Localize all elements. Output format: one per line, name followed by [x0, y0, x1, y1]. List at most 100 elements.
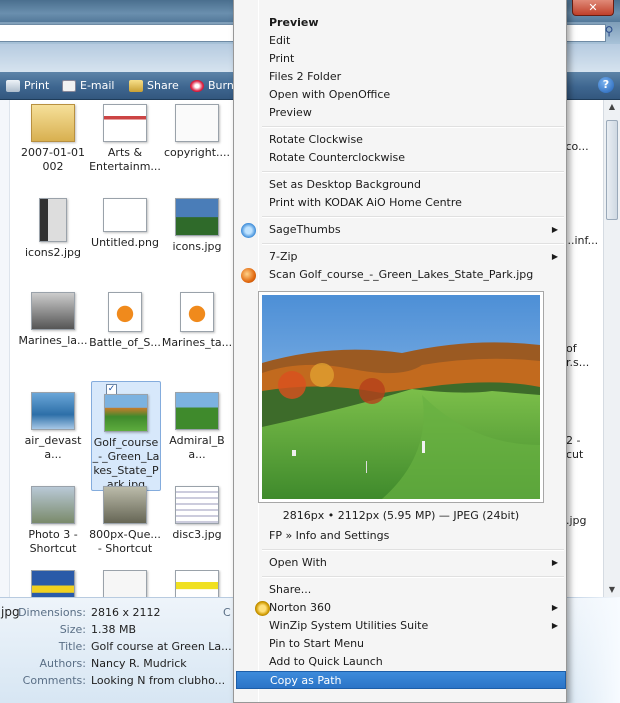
menu-item-pin-to-start[interactable]: Pin to Start Menu	[236, 635, 566, 653]
file-tile[interactable]: Untitled.png	[89, 198, 161, 250]
submenu-arrow-icon: ▶	[551, 603, 558, 612]
vertical-scrollbar[interactable]: ▲ ▼	[603, 100, 620, 597]
image-thumbnail	[104, 394, 148, 432]
details-glow	[560, 597, 620, 703]
menu-item-copy-as-path[interactable]: Copy as Path	[236, 671, 566, 689]
burn-button[interactable]: Burn	[190, 78, 234, 94]
email-label: E-mail	[80, 79, 115, 92]
menu-item-files-2-folder[interactable]: Files 2 Folder	[236, 68, 566, 86]
menu-item-rotate-counterclockwise[interactable]: Rotate Counterclockwise	[236, 149, 566, 167]
menu-item-scan[interactable]: Scan Golf_course_-_Green_Lakes_State_Par…	[236, 266, 566, 284]
file-tile[interactable]: icons.jpg	[161, 198, 233, 254]
file-name: Battle_of_S...	[89, 336, 161, 349]
image-thumbnail	[39, 198, 67, 242]
folder-icon	[31, 104, 75, 142]
menu-item-norton-360[interactable]: Norton 360 ▶	[236, 599, 566, 617]
file-name: Golf_course_-_Green_Lakes_State_Park.jpg	[92, 436, 160, 491]
menu-label: Share...	[269, 583, 312, 596]
file-tile[interactable]: ...inf...	[564, 234, 604, 248]
golf-course-photo	[262, 295, 540, 499]
menu-label: Edit	[269, 34, 291, 47]
file-tile[interactable]: disc3.jpg	[161, 486, 233, 542]
share-button[interactable]: Share	[129, 78, 179, 94]
help-icon[interactable]: ?	[598, 77, 614, 93]
file-tile[interactable]: .jpg	[566, 514, 602, 528]
image-thumbnail	[103, 198, 147, 232]
file-tile-selected[interactable]: ✓ Golf_course_-_Green_Lakes_State_Park.j…	[91, 381, 161, 491]
menu-label: Set as Desktop Background	[269, 178, 422, 191]
file-name: Admiral_Ba...	[169, 434, 225, 461]
file-tile[interactable]: air_devasta...	[17, 392, 89, 462]
print-label: Print	[24, 79, 50, 92]
menu-item-fp-info[interactable]: FP » Info and Settings	[236, 527, 566, 545]
navigation-pane-edge[interactable]	[0, 100, 10, 597]
image-thumbnail	[31, 292, 75, 330]
menu-item-winzip[interactable]: WinZip System Utilities Suite ▶	[236, 617, 566, 635]
disc-icon	[190, 80, 204, 92]
menu-item-open-with[interactable]: Open With ▶	[236, 554, 566, 572]
menu-label: Rotate Clockwise	[269, 133, 363, 146]
menu-item-share[interactable]: Share...	[236, 581, 566, 599]
file-tile[interactable]: Arts & Entertainm...	[89, 104, 161, 174]
print-button[interactable]: Print	[6, 78, 49, 94]
file-name: Marines_la...	[18, 334, 88, 347]
file-tile[interactable]: icons2.jpg	[17, 198, 89, 260]
file-name: Marines_ta...	[161, 336, 233, 349]
firefox-document-icon	[108, 292, 142, 332]
file-tile[interactable]: Battle_of_S...	[89, 292, 161, 350]
search-icon[interactable]: ⚲	[600, 23, 618, 39]
scan-icon	[241, 268, 256, 283]
file-tile[interactable]: .co...	[562, 140, 602, 154]
image-thumbnail	[103, 486, 147, 524]
file-tile[interactable]	[161, 570, 233, 597]
detail-key: Size:	[59, 623, 86, 636]
file-name: Arts & Entertainm...	[89, 146, 161, 173]
file-tile[interactable]: 2 - cut	[566, 420, 602, 476]
scrollbar-thumb[interactable]	[606, 120, 618, 220]
image-thumbnail	[175, 392, 219, 430]
image-thumbnail	[175, 198, 219, 236]
menu-item-preview[interactable]: Preview	[236, 104, 566, 122]
submenu-arrow-icon: ▶	[551, 252, 558, 261]
menu-item-rotate-clockwise[interactable]: Rotate Clockwise	[236, 131, 566, 149]
menu-label: SageThumbs	[269, 223, 341, 236]
menu-item-set-desktop-background[interactable]: Set as Desktop Background	[236, 176, 566, 194]
email-button[interactable]: E-mail	[62, 78, 115, 94]
file-name: 800px-Que... - Shortcut	[89, 528, 161, 555]
file-tile[interactable]: 2007-01-01 002	[17, 104, 89, 174]
file-tile[interactable]	[89, 570, 161, 597]
file-tile[interactable]	[17, 570, 89, 597]
image-thumbnail	[31, 486, 75, 524]
menu-label: Print with KODAK AiO Home Centre	[269, 196, 462, 209]
file-tile[interactable]: copyright....	[161, 104, 233, 160]
menu-item-add-to-quick-launch[interactable]: Add to Quick Launch	[236, 653, 566, 671]
menu-item-preview-default[interactable]: Preview	[236, 14, 566, 32]
menu-item-7zip[interactable]: 7-Zip ▶	[236, 248, 566, 266]
submenu-arrow-icon: ▶	[551, 225, 558, 234]
detail-key: Dimensions:	[18, 606, 86, 619]
file-tile[interactable]: Marines_la...	[17, 292, 89, 348]
menu-item-open-with-openoffice[interactable]: Open with OpenOffice	[236, 86, 566, 104]
detail-value[interactable]: Nancy R. Mudrick	[91, 655, 187, 672]
file-name: Photo 3 - Shortcut	[28, 528, 78, 555]
detail-value[interactable]: Looking N from clubho...	[91, 672, 225, 689]
file-tile[interactable]: Photo 3 - Shortcut	[17, 486, 89, 556]
menu-item-sagethumbs[interactable]: SageThumbs ▶	[236, 221, 566, 239]
scroll-down-icon[interactable]: ▼	[607, 585, 617, 595]
file-tile[interactable]: 800px-Que... - Shortcut	[89, 486, 161, 556]
menu-item-edit[interactable]: Edit	[236, 32, 566, 50]
file-name: 2007-01-01 002	[21, 146, 85, 173]
file-name: Untitled.png	[91, 236, 159, 249]
detail-key: Title:	[58, 640, 86, 653]
file-tile[interactable]: of r.s...	[566, 328, 602, 384]
menu-item-print-kodak[interactable]: Print with KODAK AiO Home Centre	[236, 194, 566, 212]
printer-icon	[6, 80, 20, 92]
file-tile[interactable]: Marines_ta...	[161, 292, 233, 350]
scroll-up-icon[interactable]: ▲	[607, 102, 617, 112]
menu-item-print[interactable]: Print	[236, 50, 566, 68]
file-tile[interactable]: Admiral_Ba...	[161, 392, 233, 462]
detail-value[interactable]: Golf course at Green La...	[91, 638, 232, 655]
close-window-button[interactable]: ✕	[572, 0, 614, 16]
menu-label: Files 2 Folder	[269, 70, 342, 83]
detail-value: 1.38 MB	[91, 623, 137, 636]
